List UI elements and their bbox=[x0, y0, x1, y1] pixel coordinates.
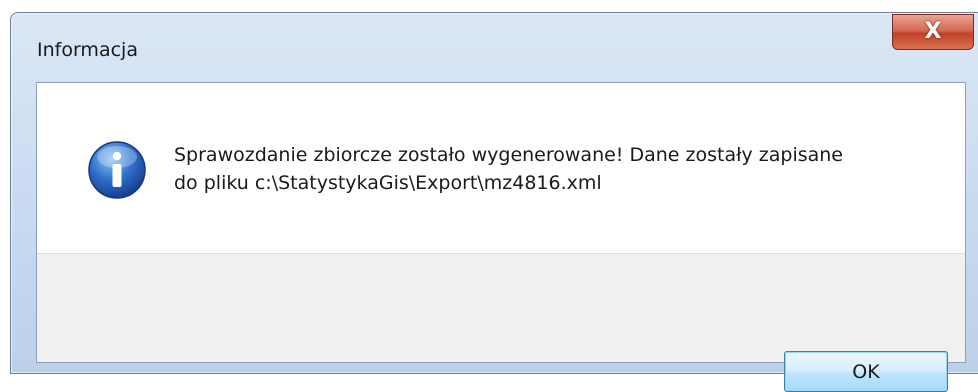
ok-button[interactable]: OK bbox=[784, 351, 948, 392]
dialog-content: Sprawozdanie zbiorcze zostało wygenerowa… bbox=[36, 82, 966, 392]
close-button[interactable]: X bbox=[892, 14, 974, 50]
title-bar[interactable]: Informacja X bbox=[11, 13, 978, 79]
info-icon bbox=[88, 141, 146, 199]
window-title: Informacja bbox=[37, 39, 138, 61]
message-line-1: Sprawozdanie zbiorcze zostało wygenerowa… bbox=[174, 144, 843, 166]
close-icon: X bbox=[924, 19, 942, 44]
dialog-window: Informacja X Sprawozdanie zbiorcze zosta… bbox=[10, 12, 978, 392]
button-area: OK bbox=[37, 253, 965, 392]
message-area: Sprawozdanie zbiorcze zostało wygenerowa… bbox=[37, 83, 965, 253]
message-text: Sprawozdanie zbiorcze zostało wygenerowa… bbox=[174, 141, 934, 197]
message-line-2: do pliku c:\StatystykaGis\Export\mz4816.… bbox=[174, 172, 602, 194]
